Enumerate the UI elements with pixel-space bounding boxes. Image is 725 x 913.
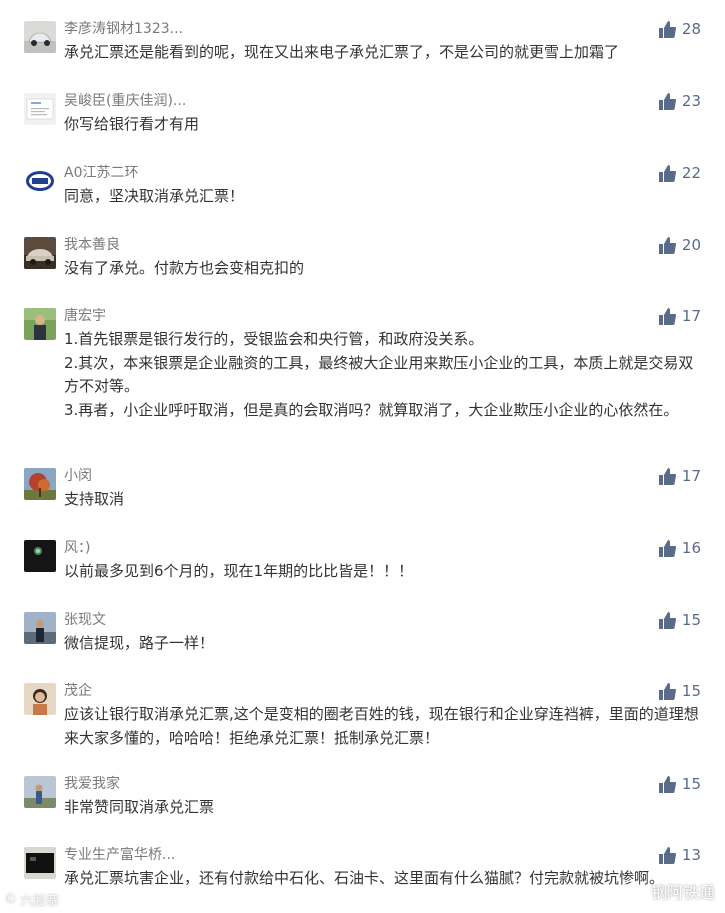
thumbs-up-icon [658,467,676,485]
like-button[interactable]: 15 [658,773,701,795]
comment-text: 1.首先银票是银行发行的，受银监会和央行管，和政府没关系。 2.其次，本来银票是… [64,330,694,419]
thumbs-up-icon [658,307,676,325]
nickname[interactable]: 我本善良 [64,235,120,255]
like-count: 28 [681,20,701,38]
thumbs-up-icon [658,775,676,793]
like-count: 17 [681,467,701,485]
comment-text: 非常赞同取消承兑汇票 [64,798,215,816]
avatar[interactable] [24,468,56,500]
nickname[interactable]: 专业生产富华桥... [64,845,175,865]
comment-text: 支持取消 [64,490,125,508]
comment-text: 承兑汇票还是能看到的呢，现在又出来电子承兑汇票了，不是公司的就更雪上加霜了 [64,43,620,61]
comment-text: 应该让银行取消承兑汇票,这个是变相的圈老百姓的钱，现在银行和企业穿连裆裤，里面的… [64,705,699,747]
avatar[interactable] [24,847,56,879]
like-count: 15 [681,682,701,700]
comment-text: 微信提现，路子一样！ [64,634,215,652]
nickname[interactable]: 吴峻臣(重庆佳润)... [64,91,186,111]
comment-text: 同意，坚决取消承兑汇票！ [64,187,245,205]
like-button[interactable]: 17 [658,465,701,487]
like-count: 13 [681,846,701,864]
avatar[interactable] [24,237,56,269]
like-button[interactable]: 28 [658,18,701,40]
like-button[interactable]: 16 [658,537,701,559]
watermark-right-text: 钢阿铁通 [650,883,715,902]
avatar[interactable] [24,612,56,644]
watermark-left-text: 六股寨 [20,894,60,909]
like-button[interactable]: 15 [658,609,701,631]
like-button[interactable]: 20 [658,234,701,256]
avatar[interactable] [24,165,56,197]
nickname[interactable]: 唐宏宇 [64,306,106,326]
thumbs-up-icon [658,20,676,38]
like-button[interactable]: 23 [658,90,701,112]
thumbs-up-icon [658,539,676,557]
thumbs-up-icon [658,682,676,700]
like-button[interactable]: 13 [658,844,701,866]
like-count: 15 [681,775,701,793]
comment-text: 承兑汇票坑害企业，还有付款给中石化、石油卡、这里面有什么猫腻？付完款就被坑惨啊。 [64,869,665,887]
nickname[interactable]: 李彦涛钢材1323... [64,19,183,39]
nickname[interactable]: A0江苏二环 [64,163,138,183]
avatar[interactable] [24,21,56,53]
like-count: 22 [681,164,701,182]
thumbs-up-icon [658,846,676,864]
comment-text: 你写给银行看才有用 [64,115,200,133]
like-count: 15 [681,611,701,629]
like-count: 23 [681,92,701,110]
avatar[interactable] [24,93,56,125]
nickname[interactable]: 茂企 [64,681,92,701]
nickname[interactable]: 我爱我家 [64,774,120,794]
thumbs-up-icon [658,236,676,254]
comment-text: 没有了承兑。付款方也会变相克扣的 [64,259,305,277]
comment-text: 以前最多见到6个月的，现在1年期的比比皆是！！！ [64,562,414,580]
nickname[interactable]: 张现文 [64,610,106,630]
avatar[interactable] [24,683,56,715]
thumbs-up-icon [658,611,676,629]
thumbs-up-icon [658,164,676,182]
nickname[interactable]: 风：) [64,538,90,558]
avatar[interactable] [24,776,56,808]
nickname[interactable]: 小闵 [64,466,92,486]
like-button[interactable]: 17 [658,305,701,327]
like-count: 20 [681,236,701,254]
watermark-right: 钢阿铁通 [622,879,715,903]
wechat-logo-icon [622,880,645,902]
like-button[interactable]: 22 [658,162,701,184]
like-count: 16 [681,539,701,557]
copyright-icon: © [4,892,17,907]
comment-page: 李彦涛钢材1323... 28 承兑汇票还是能看到的呢，现在又出来电子承兑汇票了… [0,0,725,913]
thumbs-up-icon [658,92,676,110]
like-button[interactable]: 15 [658,680,701,702]
avatar[interactable] [24,540,56,572]
avatar[interactable] [24,308,56,340]
watermark-left: © 六股寨 [4,890,59,909]
like-count: 17 [681,307,701,325]
